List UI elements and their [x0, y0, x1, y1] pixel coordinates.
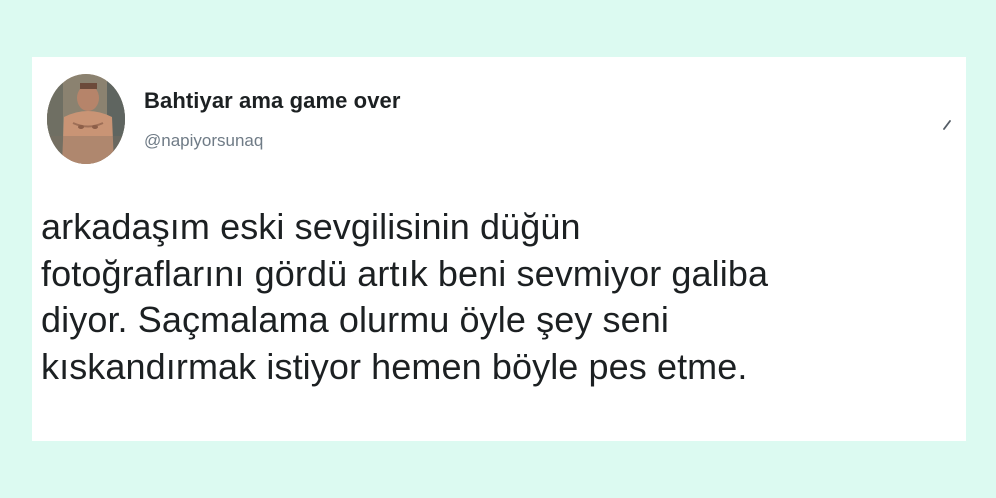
chevron-down-icon[interactable] [940, 117, 956, 133]
user-handle[interactable]: @napiyorsunaq [144, 131, 263, 151]
display-name[interactable]: Bahtiyar ama game over [144, 88, 401, 114]
avatar[interactable] [47, 74, 125, 164]
tweet-text: arkadaşım eski sevgilisinin düğün fotoğr… [41, 206, 769, 387]
tweet-card: Bahtiyar ama game over @napiyorsunaq ark… [32, 57, 966, 441]
avatar-photo-icon [47, 74, 125, 164]
